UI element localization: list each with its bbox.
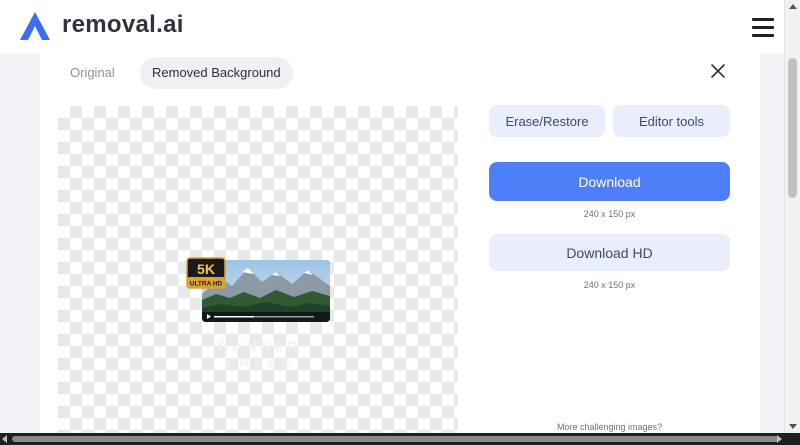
close-icon[interactable] — [710, 63, 726, 79]
download-hd-button[interactable]: Download HD — [489, 234, 730, 271]
horizontal-scroll-thumb[interactable] — [12, 436, 780, 442]
vertical-scrollbar[interactable] — [784, 0, 800, 433]
download-size-label: 240 x 150 px — [583, 209, 636, 219]
challenging-images-link[interactable]: More challenging images? — [489, 422, 730, 432]
product-watermark-text: BANNER PRESS — [218, 338, 302, 370]
editor-tools-button[interactable]: Editor tools — [613, 105, 730, 137]
vertical-scroll-thumb[interactable] — [788, 58, 797, 198]
transparent-preview-canvas: 5K ULTRA HD BANNER PRESS — [58, 106, 458, 433]
badge-ultra-hd-text: ULTRA HD — [190, 281, 223, 288]
top-header: removal.ai — [0, 0, 784, 54]
horizontal-scrollbar[interactable] — [0, 433, 800, 445]
removal-logo-icon[interactable] — [18, 10, 52, 42]
product-image: 5K ULTRA HD BANNER PRESS — [186, 256, 334, 382]
download-button[interactable]: Download — [489, 162, 730, 201]
scroll-left-arrow-icon[interactable] — [2, 435, 7, 443]
scroll-right-arrow-icon[interactable] — [777, 435, 782, 443]
hamburger-menu-icon[interactable] — [752, 18, 774, 38]
tab-original[interactable]: Original — [70, 65, 115, 80]
result-panel: Original Removed Background 5K ULTRA HD … — [40, 54, 760, 433]
scroll-up-arrow-icon[interactable] — [789, 4, 797, 9]
scroll-down-arrow-icon[interactable] — [789, 424, 797, 429]
download-hd-size-label: 240 x 150 px — [583, 280, 636, 290]
ultra-hd-badge: 5K ULTRA HD — [186, 257, 226, 289]
badge-5k-text: 5K — [197, 261, 215, 277]
erase-restore-button[interactable]: Erase/Restore — [489, 105, 605, 137]
logo-text[interactable]: removal.ai — [62, 11, 184, 39]
tab-removed-background[interactable]: Removed Background — [140, 57, 293, 89]
